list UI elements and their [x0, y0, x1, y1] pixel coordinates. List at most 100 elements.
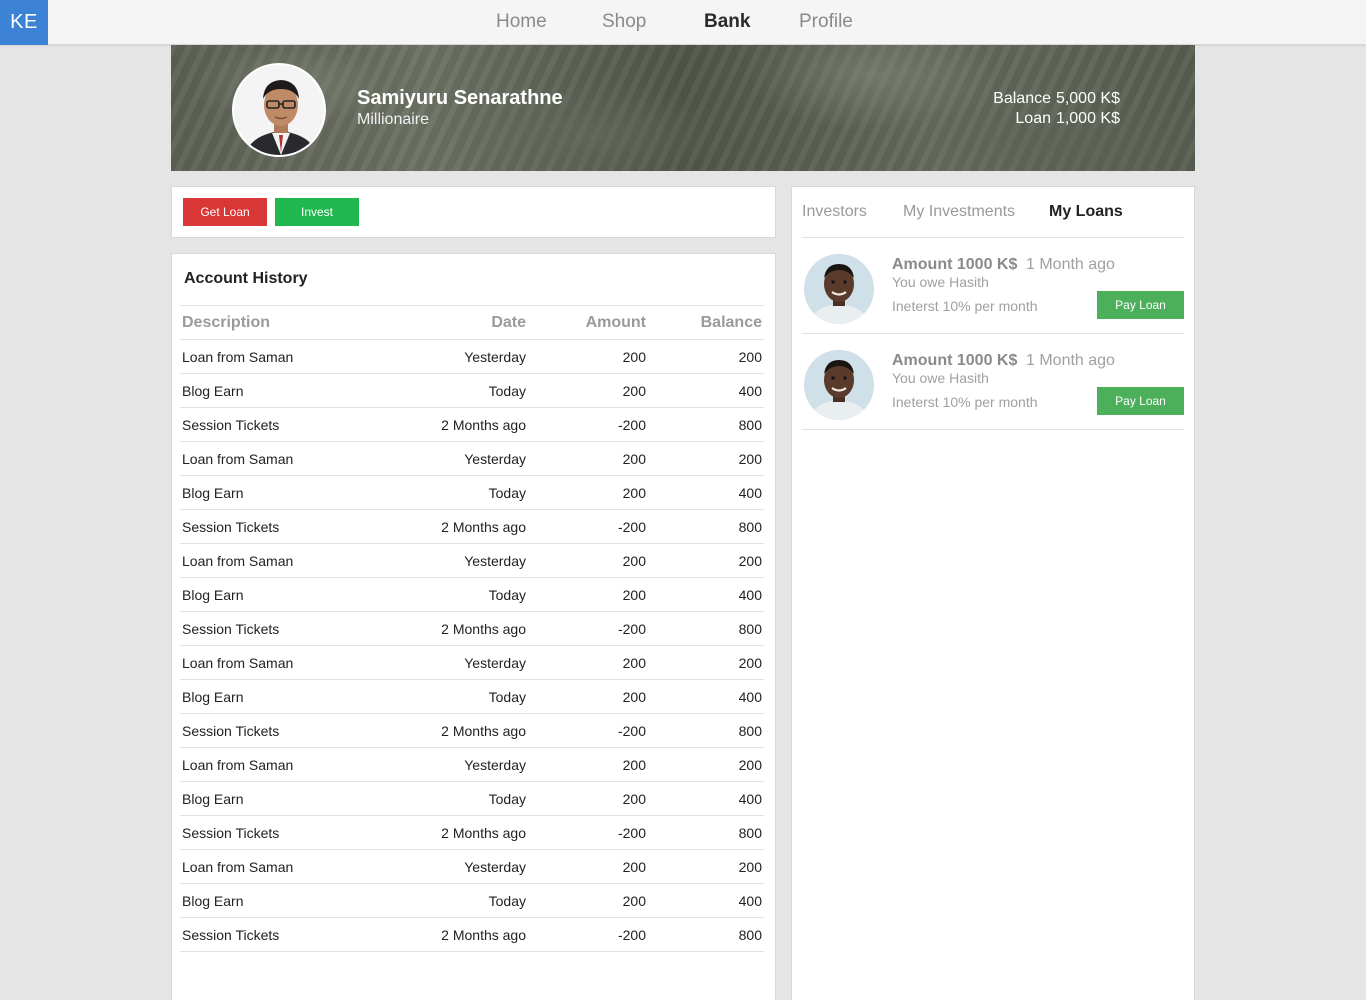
cell-amount: -200 — [528, 611, 648, 646]
loan-interest-text: Ineterst 10% per month — [892, 298, 1038, 314]
cell-balance: 800 — [648, 611, 764, 646]
cell-balance: 400 — [648, 577, 764, 612]
cell-date: Today — [380, 883, 528, 918]
loan-owe-text: You owe Hasith — [892, 370, 989, 386]
table-row[interactable]: Loan from Saman Yesterday 200 200 — [180, 543, 764, 578]
cell-date: 2 Months ago — [380, 509, 528, 544]
user-avatar-image — [234, 65, 324, 155]
cell-balance: 400 — [648, 679, 764, 714]
table-row[interactable]: Blog Earn Today 200 400 — [180, 373, 764, 408]
pay-loan-button[interactable]: Pay Loan — [1097, 291, 1184, 319]
lender-avatar — [804, 254, 874, 324]
cell-amount: 200 — [528, 339, 648, 374]
table-row[interactable]: Session Tickets 2 Months ago -200 800 — [180, 713, 764, 748]
cell-balance: 200 — [648, 543, 764, 578]
loan-owe-text: You owe Hasith — [892, 274, 989, 290]
cell-date: Yesterday — [380, 849, 528, 884]
cell-balance: 200 — [648, 339, 764, 374]
account-history-title: Account History — [184, 270, 308, 287]
invest-button[interactable]: Invest — [275, 198, 359, 226]
cell-balance: 800 — [648, 917, 764, 952]
cell-balance: 200 — [648, 747, 764, 782]
cell-description: Loan from Saman — [180, 849, 380, 884]
user-name: Samiyuru Senarathne — [357, 87, 563, 109]
column-header-description[interactable]: Description — [180, 305, 380, 340]
lender-avatar-image — [804, 254, 874, 324]
table-row[interactable]: Session Tickets 2 Months ago -200 800 — [180, 611, 764, 646]
cell-date: 2 Months ago — [380, 407, 528, 442]
cell-balance: 400 — [648, 373, 764, 408]
table-row[interactable]: Blog Earn Today 200 400 — [180, 883, 764, 918]
nav-link-profile[interactable]: Profile — [799, 11, 853, 33]
cell-balance: 800 — [648, 509, 764, 544]
pay-loan-button[interactable]: Pay Loan — [1097, 387, 1184, 415]
cell-description: Blog Earn — [180, 373, 380, 408]
table-row[interactable]: Loan from Saman Yesterday 200 200 — [180, 747, 764, 782]
profile-banner: Samiyuru Senarathne Millionaire Balance … — [171, 45, 1195, 171]
cell-amount: -200 — [528, 917, 648, 952]
cell-description: Session Tickets — [180, 509, 380, 544]
cell-amount: 200 — [528, 849, 648, 884]
cell-description: Blog Earn — [180, 475, 380, 510]
cell-amount: -200 — [528, 407, 648, 442]
table-row[interactable]: Loan from Saman Yesterday 200 200 — [180, 339, 764, 374]
tab-my-loans[interactable]: My Loans — [1049, 203, 1123, 221]
cell-date: 2 Months ago — [380, 611, 528, 646]
loan-amount: Amount 1000 K$ — [892, 256, 1018, 273]
account-history-table: Description Date Amount Balance Loan fro… — [180, 305, 764, 952]
cell-date: 2 Months ago — [380, 917, 528, 952]
table-row[interactable]: Loan from Saman Yesterday 200 200 — [180, 849, 764, 884]
table-row[interactable]: Session Tickets 2 Months ago -200 800 — [180, 815, 764, 850]
cell-date: 2 Months ago — [380, 713, 528, 748]
table-row[interactable]: Blog Earn Today 200 400 — [180, 781, 764, 816]
tab-investors[interactable]: Investors — [802, 203, 867, 221]
top-navigation-bar: KE Home Shop Bank Profile — [0, 0, 1366, 45]
cell-balance: 200 — [648, 645, 764, 680]
table-header-row: Description Date Amount Balance — [180, 305, 764, 340]
cell-date: Yesterday — [380, 441, 528, 476]
cell-description: Session Tickets — [180, 713, 380, 748]
loan-time: 1 Month ago — [1026, 352, 1115, 369]
cell-amount: -200 — [528, 713, 648, 748]
table-row[interactable]: Blog Earn Today 200 400 — [180, 577, 764, 612]
cell-date: Yesterday — [380, 747, 528, 782]
column-header-date[interactable]: Date — [380, 305, 528, 340]
cell-description: Session Tickets — [180, 611, 380, 646]
cell-amount: -200 — [528, 509, 648, 544]
cell-amount: 200 — [528, 679, 648, 714]
cell-balance: 400 — [648, 475, 764, 510]
cell-amount: 200 — [528, 441, 648, 476]
cell-description: Loan from Saman — [180, 543, 380, 578]
table-row[interactable]: Blog Earn Today 200 400 — [180, 475, 764, 510]
table-row[interactable]: Session Tickets 2 Months ago -200 800 — [180, 407, 764, 442]
cell-description: Blog Earn — [180, 883, 380, 918]
user-avatar[interactable] — [232, 63, 326, 157]
cell-date: Today — [380, 679, 528, 714]
nav-link-shop[interactable]: Shop — [602, 11, 646, 33]
column-header-balance[interactable]: Balance — [648, 305, 764, 340]
tab-my-investments[interactable]: My Investments — [903, 203, 1015, 221]
account-history-card: Account History Description Date Amount … — [171, 253, 776, 1000]
cell-date: Yesterday — [380, 543, 528, 578]
table-row[interactable]: Loan from Saman Yesterday 200 200 — [180, 441, 764, 476]
nav-link-bank[interactable]: Bank — [704, 11, 750, 33]
app-logo[interactable]: KE — [0, 0, 48, 45]
cell-amount: 200 — [528, 781, 648, 816]
loan-time: 1 Month ago — [1026, 256, 1115, 273]
cell-description: Loan from Saman — [180, 441, 380, 476]
column-header-amount[interactable]: Amount — [528, 305, 648, 340]
table-row[interactable]: Session Tickets 2 Months ago -200 800 — [180, 509, 764, 544]
get-loan-button[interactable]: Get Loan — [183, 198, 267, 226]
cell-date: Today — [380, 475, 528, 510]
cell-amount: 200 — [528, 577, 648, 612]
table-row[interactable]: Session Tickets 2 Months ago -200 800 — [180, 917, 764, 952]
cell-balance: 800 — [648, 815, 764, 850]
nav-link-home[interactable]: Home — [496, 11, 547, 33]
cell-description: Loan from Saman — [180, 339, 380, 374]
loan-amount: Amount 1000 K$ — [892, 352, 1018, 369]
table-row[interactable]: Loan from Saman Yesterday 200 200 — [180, 645, 764, 680]
actions-card: Get Loan Invest — [171, 186, 776, 238]
table-row[interactable]: Blog Earn Today 200 400 — [180, 679, 764, 714]
loan-label: Loan — [1015, 110, 1051, 127]
cell-description: Blog Earn — [180, 781, 380, 816]
